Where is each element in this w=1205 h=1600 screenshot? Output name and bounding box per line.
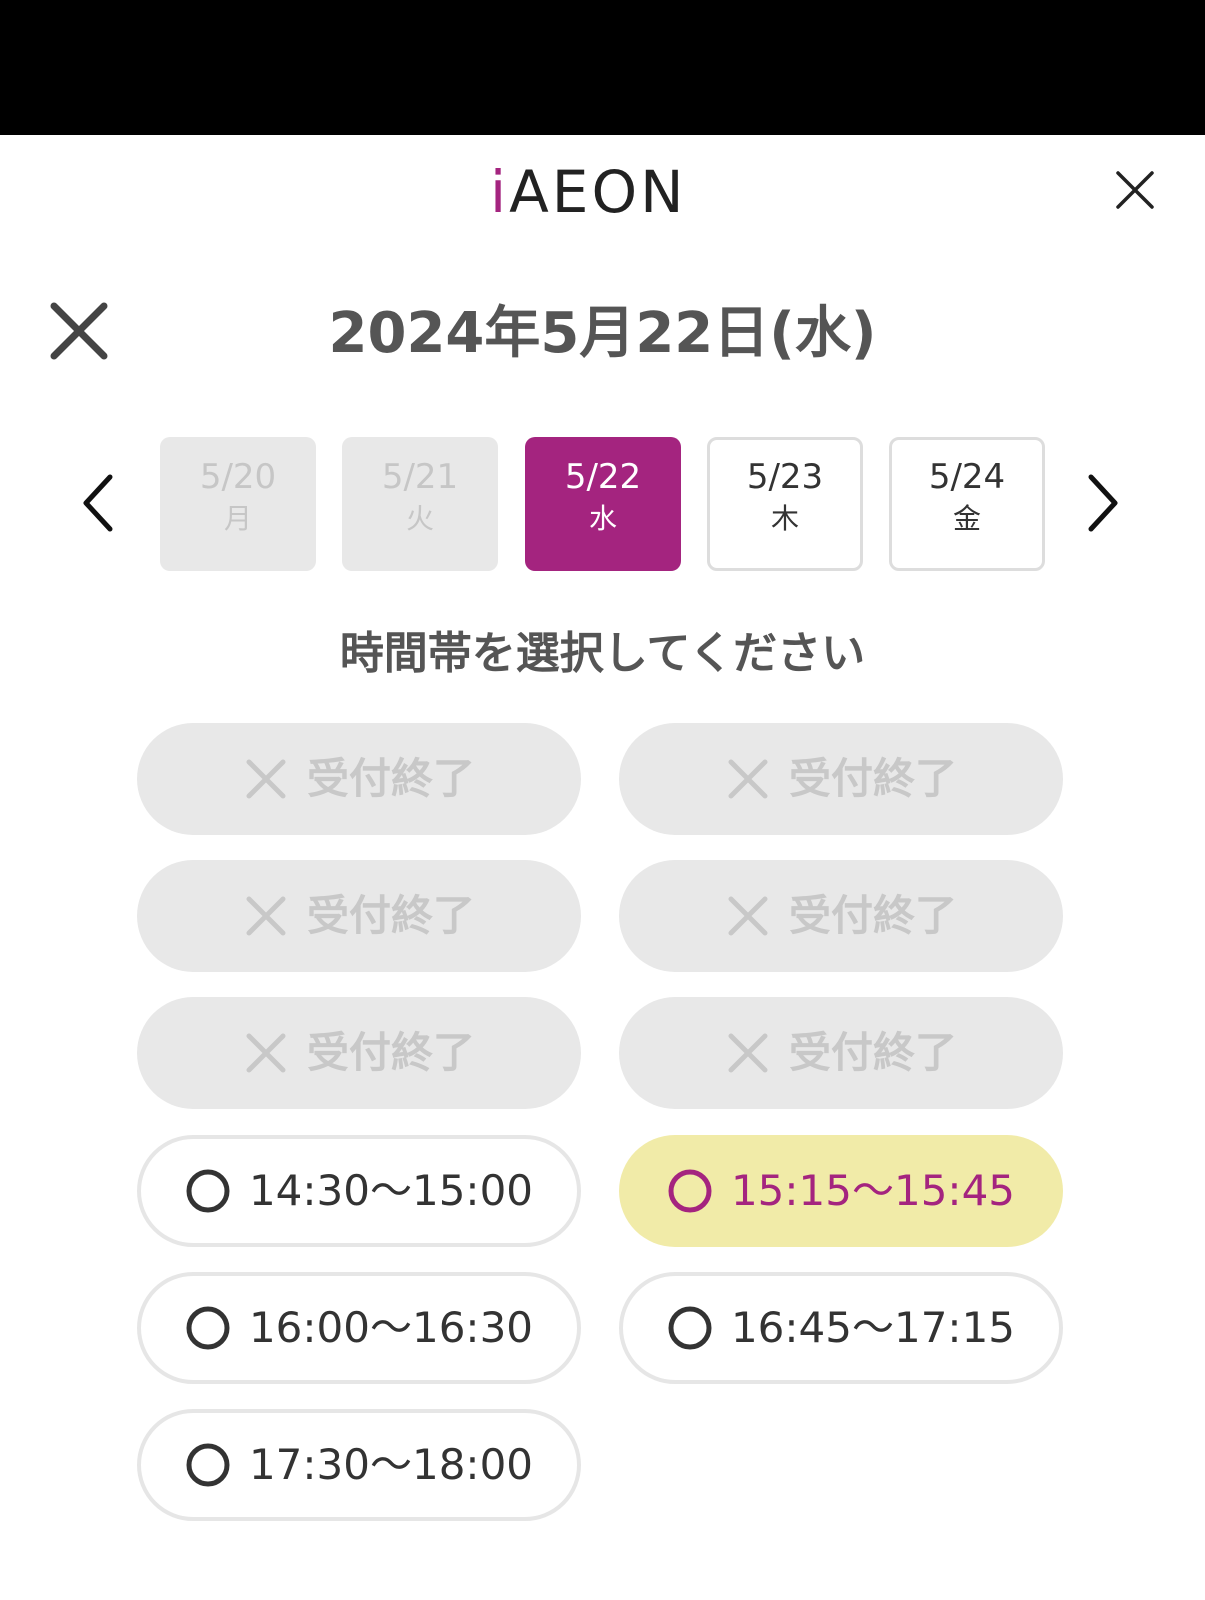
page-title: 2024年5月22日(水) bbox=[328, 301, 877, 366]
circle-icon bbox=[185, 1442, 231, 1488]
day-date: 5/22 bbox=[564, 457, 642, 497]
app-header: iAEON bbox=[0, 135, 1205, 255]
day-weekday: 月 bbox=[223, 502, 252, 536]
circle-icon bbox=[667, 1168, 713, 1214]
day-date: 5/24 bbox=[928, 457, 1006, 497]
time-slot[interactable]: 17:30〜18:00 bbox=[137, 1409, 581, 1521]
chevron-right-icon[interactable] bbox=[1083, 471, 1123, 535]
cross-icon bbox=[725, 756, 771, 802]
time-slot-closed: 受付終了 bbox=[619, 997, 1063, 1109]
day-chip[interactable]: 5/24 金 bbox=[889, 437, 1045, 571]
time-slot-label: 16:45〜17:15 bbox=[730, 1303, 1016, 1352]
time-slot-label: 受付終了 bbox=[788, 1028, 957, 1077]
time-slot-label: 受付終了 bbox=[788, 891, 957, 940]
time-slot-closed: 受付終了 bbox=[619, 723, 1063, 835]
time-slot-label: 17:30〜18:00 bbox=[248, 1440, 534, 1489]
time-slot[interactable]: 16:45〜17:15 bbox=[619, 1272, 1063, 1384]
time-slot-closed: 受付終了 bbox=[619, 860, 1063, 972]
time-slot-label: 受付終了 bbox=[788, 754, 957, 803]
circle-icon bbox=[185, 1168, 231, 1214]
day-weekday: 木 bbox=[770, 502, 799, 536]
time-slot-label: 15:15〜15:45 bbox=[730, 1166, 1016, 1215]
time-slot-closed: 受付終了 bbox=[137, 997, 581, 1109]
day-chip: 5/21 火 bbox=[342, 437, 498, 571]
time-slot-prompt: 時間帯を選択してください bbox=[339, 628, 866, 679]
circle-icon bbox=[667, 1305, 713, 1351]
time-slot-closed: 受付終了 bbox=[137, 860, 581, 972]
day-date: 5/21 bbox=[381, 457, 459, 497]
status-bar bbox=[0, 0, 1205, 135]
cross-icon bbox=[725, 893, 771, 939]
time-slot[interactable]: 16:00〜16:30 bbox=[137, 1272, 581, 1384]
time-slot-label: 受付終了 bbox=[306, 891, 475, 940]
time-slot-label: 16:00〜16:30 bbox=[248, 1303, 534, 1352]
day-weekday: 水 bbox=[588, 502, 617, 536]
time-slot[interactable]: 14:30〜15:00 bbox=[137, 1135, 581, 1247]
cross-icon bbox=[725, 1030, 771, 1076]
day-weekday: 火 bbox=[405, 502, 434, 536]
day-date: 5/20 bbox=[199, 457, 277, 497]
day-chip: 5/20 月 bbox=[160, 437, 316, 571]
cross-icon bbox=[243, 756, 289, 802]
time-slot-label: 14:30〜15:00 bbox=[248, 1166, 534, 1215]
day-chip[interactable]: 5/23 木 bbox=[707, 437, 863, 571]
time-slot-selected[interactable]: 15:15〜15:45 bbox=[619, 1135, 1063, 1247]
date-header: 2024年5月22日(水) bbox=[0, 280, 1205, 390]
day-weekday: 金 bbox=[952, 502, 981, 536]
chevron-left-icon[interactable] bbox=[78, 471, 118, 535]
aeon-logo: iAEON bbox=[490, 158, 687, 226]
close-icon[interactable] bbox=[1110, 165, 1160, 215]
time-slot-label: 受付終了 bbox=[306, 754, 475, 803]
cross-icon bbox=[243, 893, 289, 939]
day-selector: 5/20 月 5/21 火 5/22 水 5/23 木 5/24 金 bbox=[0, 437, 1205, 571]
day-date: 5/23 bbox=[746, 457, 824, 497]
cross-icon bbox=[243, 1030, 289, 1076]
time-slot-label: 受付終了 bbox=[306, 1028, 475, 1077]
circle-icon bbox=[185, 1305, 231, 1351]
day-chip[interactable]: 5/22 水 bbox=[525, 437, 681, 571]
time-slot-closed: 受付終了 bbox=[137, 723, 581, 835]
